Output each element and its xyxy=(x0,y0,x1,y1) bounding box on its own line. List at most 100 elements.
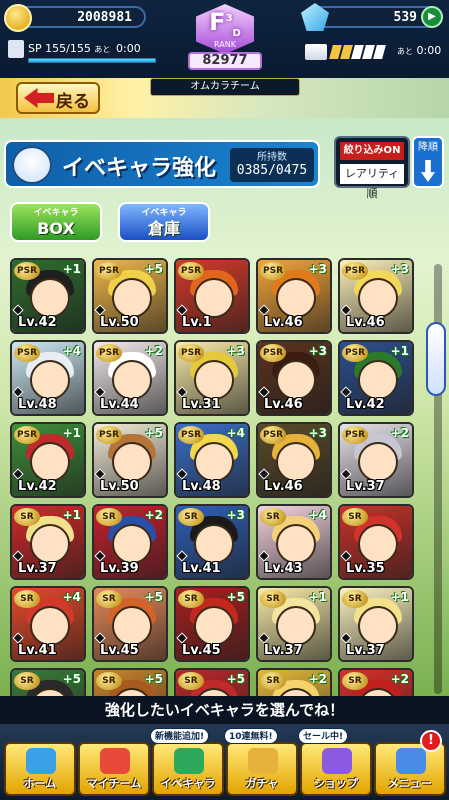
character-card[interactable]: PSR +2 Lv.37 xyxy=(338,422,414,498)
rarity-badge: PSR xyxy=(96,426,122,444)
character-face xyxy=(112,524,152,564)
character-card[interactable]: SR +5 Lv.45 xyxy=(92,586,168,662)
rarity-badge: PSR xyxy=(342,262,368,280)
shop-icon xyxy=(322,748,352,774)
character-card[interactable]: PSR +3 Lv.46 xyxy=(256,258,332,334)
back-button[interactable]: 戻る xyxy=(16,82,100,114)
character-face xyxy=(112,360,152,400)
character-face xyxy=(358,278,398,318)
character-face xyxy=(358,524,398,564)
character-card[interactable]: SR +3 Lv.41 xyxy=(174,504,250,580)
nav-my-team[interactable]: マイチーム xyxy=(78,742,150,796)
rarity-badge: SR xyxy=(96,508,122,526)
character-card[interactable]: SR +5 xyxy=(10,668,86,696)
sp-bar-fill xyxy=(29,59,155,62)
character-card[interactable]: SR Lv.35 xyxy=(338,504,414,580)
owned-count: 所持数 0385/0475 xyxy=(230,148,314,182)
sp-remaining-label: あと xyxy=(94,45,111,54)
character-face xyxy=(194,442,234,482)
character-card[interactable]: SR +5 xyxy=(174,668,250,696)
rarity-badge: SR xyxy=(260,590,286,608)
character-face xyxy=(112,442,152,482)
character-card[interactable]: PSR +5 Lv.50 xyxy=(92,422,168,498)
nav-gacha[interactable]: ガチャ xyxy=(226,742,298,796)
stamina-remaining-label: あと xyxy=(397,47,413,56)
level-label: Lv.45 xyxy=(100,643,139,658)
upgrade-count: +2 xyxy=(144,508,163,522)
top-status-bar: 2008981 SP 155/155 あと 0:00 F3D RANK 8297… xyxy=(0,0,449,78)
rarity-badge: PSR xyxy=(96,344,122,362)
rarity-badge: SR xyxy=(260,672,286,690)
character-card[interactable]: PSR +1 Lv.42 xyxy=(10,422,86,498)
character-card[interactable]: PSR Lv.1 xyxy=(174,258,250,334)
character-card[interactable]: SR +4 Lv.43 xyxy=(256,504,332,580)
sort-mode-label: レアリティ順 xyxy=(340,164,404,200)
nav-label: メニュー xyxy=(388,777,432,790)
character-card[interactable]: PSR +3 Lv.46 xyxy=(256,340,332,416)
upgrade-count: +4 xyxy=(62,344,81,358)
character-card[interactable]: SR +1 Lv.37 xyxy=(338,586,414,662)
level-label: Lv.50 xyxy=(100,479,139,494)
character-card[interactable]: PSR +1 Lv.42 xyxy=(338,340,414,416)
coin-counter: 2008981 xyxy=(4,4,146,32)
down-arrow-icon xyxy=(421,160,435,182)
character-card[interactable]: PSR +1 Lv.42 xyxy=(10,258,86,334)
character-card[interactable]: PSR +3 Lv.31 xyxy=(174,340,250,416)
rarity-badge: PSR xyxy=(14,262,40,280)
character-card[interactable]: SR +5 xyxy=(92,668,168,696)
upgrade-count: +3 xyxy=(308,262,327,276)
page-header: イベキャラ強化 所持数 0385/0475 xyxy=(4,140,320,188)
tab-storage-subtitle: イベキャラ xyxy=(141,208,187,218)
character-card[interactable]: PSR +3 Lv.46 xyxy=(256,422,332,498)
character-card[interactable]: SR +4 Lv.41 xyxy=(10,586,86,662)
upgrade-count: +3 xyxy=(226,508,245,522)
sp-meter: SP 155/155 あと 0:00 xyxy=(8,40,156,63)
nav-event-chara[interactable]: イベキャラ xyxy=(152,742,224,796)
character-face xyxy=(358,606,398,646)
rarity-badge: PSR xyxy=(342,426,368,444)
level-label: Lv.46 xyxy=(264,315,303,330)
coin-value: 2008981 xyxy=(77,10,132,25)
upgrade-count: +5 xyxy=(144,672,163,686)
tab-event-chara-storage[interactable]: イベキャラ 倉庫 xyxy=(118,202,210,242)
character-face xyxy=(194,606,234,646)
filter-button[interactable]: 絞り込みON レアリティ順 xyxy=(334,136,410,200)
character-card[interactable]: PSR +4 Lv.48 xyxy=(174,422,250,498)
character-card[interactable]: PSR +4 Lv.48 xyxy=(10,340,86,416)
tab-event-chara-box[interactable]: イベキャラ BOX xyxy=(10,202,102,242)
rank-letter: F3D xyxy=(209,8,241,39)
character-card[interactable]: PSR +3 Lv.46 xyxy=(338,258,414,334)
sp-value: 155/155 xyxy=(45,42,91,55)
gem-add-button[interactable]: ▶ xyxy=(421,6,443,28)
character-card[interactable]: SR +2 xyxy=(256,668,332,696)
upgrade-count: +3 xyxy=(308,344,327,358)
character-card[interactable]: PSR +2 Lv.44 xyxy=(92,340,168,416)
level-label: Lv.31 xyxy=(182,397,221,412)
character-card[interactable]: SR +5 Lv.45 xyxy=(174,586,250,662)
level-label: Lv.48 xyxy=(182,479,221,494)
rarity-badge: PSR xyxy=(178,344,204,362)
character-card[interactable]: SR +1 Lv.37 xyxy=(10,504,86,580)
rank-emblem[interactable]: F3D RANK 82977 xyxy=(168,0,282,80)
character-face xyxy=(30,278,70,318)
nav-badge: セール中! xyxy=(298,728,349,744)
menu-icon xyxy=(396,748,426,774)
sort-order-button[interactable]: 降順 xyxy=(412,136,444,188)
home-icon xyxy=(26,748,56,774)
level-label: Lv.42 xyxy=(346,397,385,412)
stamina-timer: あと 0:00 xyxy=(397,44,442,57)
level-label: Lv.37 xyxy=(18,561,57,576)
nav-shop[interactable]: ショップ xyxy=(300,742,372,796)
upgrade-count: +5 xyxy=(226,672,245,686)
character-grid: PSR +1 Lv.42 PSR +5 Lv.50 PSR Lv.1 PSR +3 Lv.46 PSR… xyxy=(10,258,428,696)
rarity-badge: SR xyxy=(260,508,286,526)
character-card[interactable]: SR +2 Lv.39 xyxy=(92,504,168,580)
upgrade-count: +1 xyxy=(308,590,327,604)
nav-home[interactable]: ホーム xyxy=(4,742,76,796)
character-card[interactable]: SR +2 xyxy=(338,668,414,696)
character-card[interactable]: PSR +5 Lv.50 xyxy=(92,258,168,334)
nav-badge: 10連無料! xyxy=(224,728,278,744)
character-card[interactable]: SR +1 Lv.37 xyxy=(256,586,332,662)
scroll-thumb[interactable] xyxy=(426,322,446,396)
level-label: Lv.37 xyxy=(264,643,303,658)
